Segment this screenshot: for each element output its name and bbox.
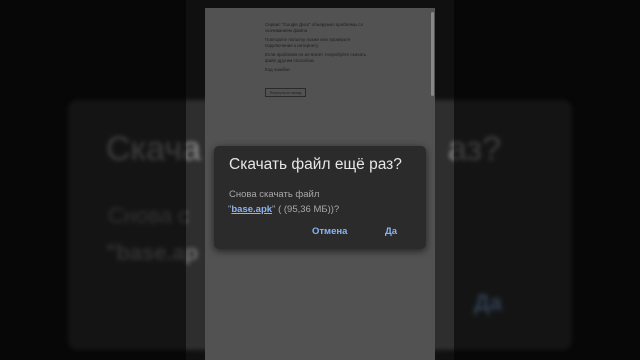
- file-size: ( (95,36 МБ))?: [278, 204, 340, 215]
- error-line-2: Повторите попытку позже или проверьте по…: [265, 37, 351, 48]
- error-line-1: Сервис "Google Диск" обнаружил проблемы …: [265, 22, 364, 33]
- blurred-yes: Да: [474, 290, 502, 315]
- blurred-body: Снова с: [108, 203, 190, 228]
- blurred-link: "base.ap: [106, 240, 199, 265]
- dialog-file-line: "base.apk" ( (95,36 МБ))?: [228, 204, 339, 215]
- ok-button[interactable]: Да: [385, 226, 397, 237]
- cancel-button[interactable]: Отмена: [312, 226, 347, 237]
- back-button[interactable]: Вернуться назад: [265, 88, 307, 97]
- dialog-title: Скачать файл ещё раз?: [229, 156, 402, 173]
- dialog-message: Снова скачать файл: [229, 189, 320, 200]
- blurred-title-right: аз?: [448, 130, 502, 168]
- file-link[interactable]: base.apk: [231, 204, 272, 215]
- error-page-text: Сервис "Google Диск" обнаружил проблемы …: [265, 22, 375, 76]
- download-again-dialog: Скачать файл ещё раз? Снова скачать файл…: [214, 146, 426, 249]
- blurred-title: Скача: [106, 130, 201, 168]
- scrollbar[interactable]: [431, 12, 434, 96]
- error-line-3: Если проблема не исчезнет, попробуйте ск…: [265, 52, 367, 63]
- error-line-4: Код ошибки: [265, 67, 290, 72]
